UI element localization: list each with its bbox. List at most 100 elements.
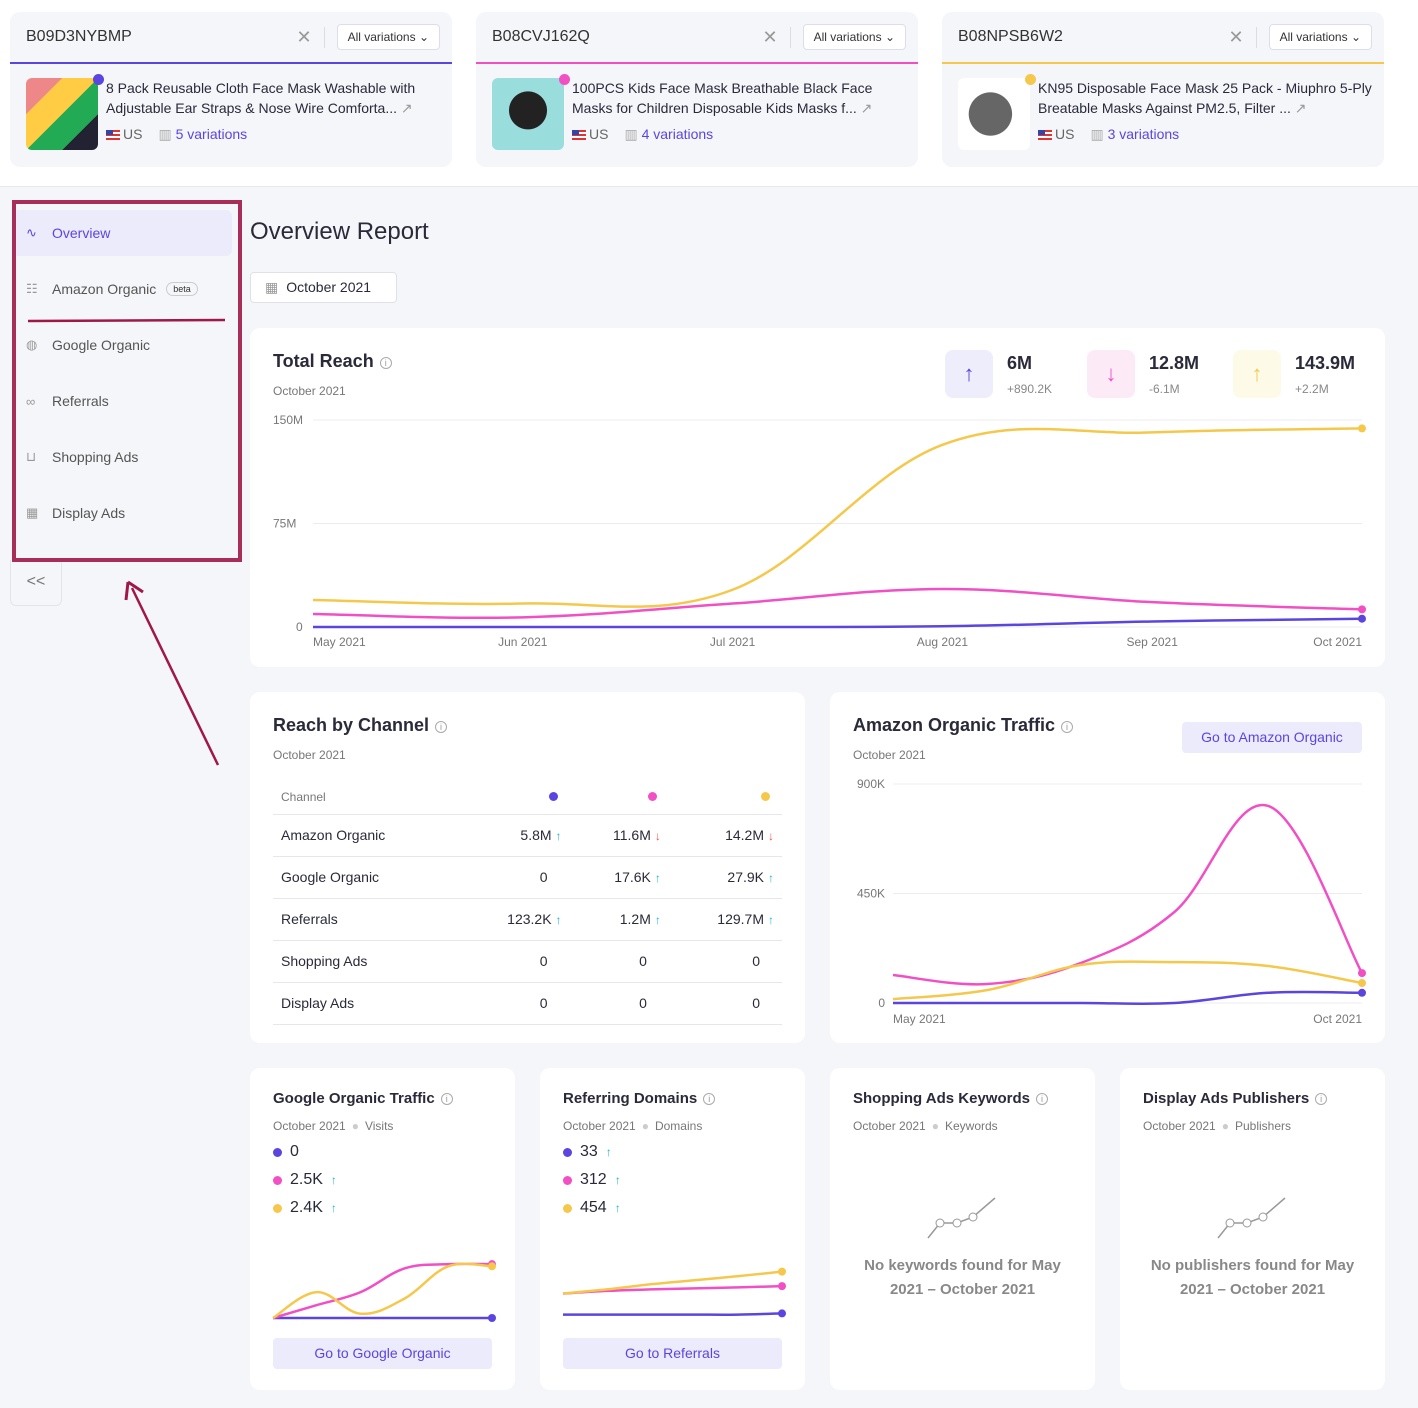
series-dot bbox=[93, 74, 104, 85]
product-title-link[interactable]: 8 Pack Reusable Cloth Face Mask Washable… bbox=[106, 78, 440, 118]
calendar-icon: ▦ bbox=[265, 279, 279, 295]
asin-input[interactable]: B08CVJ162Q bbox=[492, 28, 762, 46]
trend-up-icon: ↑ bbox=[654, 913, 661, 927]
variations-icon: ▥ bbox=[1090, 126, 1104, 142]
x-tick-label: Aug 2021 bbox=[917, 635, 969, 649]
series-end-point bbox=[778, 1267, 786, 1276]
metric-label: Keywords bbox=[944, 1119, 998, 1133]
product-card: B08NPSB6W2 ✕ All variations ⌄ KN95 Disposa… bbox=[942, 12, 1384, 167]
asin-input[interactable]: B08NPSB6W2 bbox=[958, 28, 1228, 46]
variations-select[interactable]: All variations ⌄ bbox=[1268, 24, 1372, 50]
series-end-point bbox=[1358, 614, 1366, 623]
card-title: Shopping Ads Keywords i bbox=[853, 1090, 1048, 1107]
series-line bbox=[892, 960, 1363, 1001]
series-end-point bbox=[1358, 979, 1366, 988]
product-bar: B09D3NYBMP ✕ All variations ⌄ 8 Pack Reusa… bbox=[0, 0, 1418, 187]
series-line bbox=[272, 1262, 493, 1320]
y-tick-label: 75M bbox=[273, 517, 296, 531]
product-title-link[interactable]: 100PCS Kids Face Mask Breathable Black F… bbox=[572, 78, 906, 118]
variations-select[interactable]: All variations ⌄ bbox=[802, 24, 906, 50]
series-dot bbox=[1025, 74, 1036, 85]
product-image bbox=[492, 74, 570, 150]
country: US bbox=[106, 126, 142, 143]
channel-value: 17.6K bbox=[614, 869, 651, 885]
date-label: October 2021 bbox=[286, 279, 372, 295]
series-line bbox=[892, 803, 1364, 986]
variations-icon: ▥ bbox=[158, 126, 172, 142]
series-dot bbox=[647, 791, 657, 801]
empty-chart-icon bbox=[927, 1197, 996, 1239]
go-to-google-organic-button[interactable]: Go to Google Organic bbox=[273, 1338, 492, 1369]
series-dot bbox=[548, 791, 558, 801]
referring-domains-card: Referring Domains i October 2021 ● Domains 3… bbox=[540, 1068, 805, 1390]
channel-value: 129.7M bbox=[717, 911, 764, 927]
channel-name: Display Ads bbox=[273, 982, 461, 1025]
channel-value: 0 bbox=[639, 953, 647, 969]
external-link-icon[interactable]: ↗ bbox=[401, 100, 413, 116]
date-picker[interactable]: ▦ October 2021 bbox=[250, 272, 397, 303]
series-line bbox=[312, 427, 1363, 608]
y-tick-label: 900K bbox=[857, 777, 885, 791]
trend-down-icon: ↓ bbox=[768, 829, 774, 843]
product-title-link[interactable]: KN95 Disposable Face Mask 25 Pack - Miup… bbox=[1038, 78, 1372, 118]
channel-value: 0 bbox=[539, 995, 548, 1011]
y-tick-label: 150M bbox=[273, 413, 303, 427]
series-end-point bbox=[1358, 988, 1366, 997]
variations-link[interactable]: ▥ 3 variations bbox=[1090, 126, 1179, 143]
card-title: Display Ads Publishers i bbox=[1143, 1090, 1328, 1107]
series-line bbox=[562, 1270, 783, 1295]
channel-value: 1.2M bbox=[619, 911, 651, 927]
metric-label: Publishers bbox=[1234, 1119, 1291, 1133]
annotation-overlay bbox=[12, 200, 242, 766]
x-tick-label: May 2021 bbox=[893, 1012, 946, 1026]
us-flag-icon bbox=[106, 130, 120, 140]
info-icon[interactable]: i bbox=[435, 721, 448, 733]
series-end-point bbox=[488, 1262, 496, 1271]
us-flag-icon bbox=[1038, 130, 1052, 140]
annotation-arrow bbox=[130, 587, 220, 766]
external-link-icon[interactable]: ↗ bbox=[861, 100, 873, 116]
x-tick-label: Jul 2021 bbox=[710, 635, 756, 649]
clear-icon[interactable]: ✕ bbox=[296, 26, 325, 48]
x-tick-label: Oct 2021 bbox=[1313, 1012, 1362, 1026]
table-row: Referrals 123.2K ↑ 1.2M ↑ 129.7M ↑ bbox=[273, 898, 782, 941]
trend-up-icon: ↑ bbox=[768, 913, 774, 927]
empty-state-message: No publishers found for May 2021 – Octob… bbox=[1150, 1257, 1355, 1298]
variations-link[interactable]: ▥ 4 variations bbox=[624, 126, 713, 143]
info-icon[interactable]: i bbox=[1035, 1093, 1048, 1105]
channel-name: Shopping Ads bbox=[273, 940, 461, 983]
channel-value: 0 bbox=[639, 995, 647, 1011]
channel-value: 14.2M bbox=[725, 827, 764, 843]
series-dot bbox=[761, 791, 770, 801]
external-link-icon[interactable]: ↗ bbox=[1295, 100, 1307, 116]
asin-input[interactable]: B09D3NYBMP bbox=[26, 28, 296, 46]
y-tick-label: 0 bbox=[296, 620, 303, 634]
amazon-traffic-chart: 0 450K 900K May 2021 Oct 2021 bbox=[857, 777, 1366, 1026]
variations-link[interactable]: ▥ 5 variations bbox=[158, 126, 247, 143]
clear-icon[interactable]: ✕ bbox=[1228, 26, 1257, 48]
annotation-box bbox=[12, 200, 242, 562]
go-to-referrals-button[interactable]: Go to Referrals bbox=[563, 1338, 782, 1369]
series-end-point bbox=[1358, 969, 1366, 978]
shopping-ads-keywords-card: Shopping Ads Keywords i October 2021 ● Keyw… bbox=[830, 1068, 1095, 1390]
variations-select[interactable]: All variations ⌄ bbox=[336, 24, 440, 50]
x-tick-label: Oct 2021 bbox=[1313, 635, 1362, 649]
total-reach-chart: 0 75M 150M May 2021 Jun 2021 Jul 2021 Aug 2021… bbox=[273, 413, 1366, 649]
total-reach-card: Total Reach i October 2021 ↑ 6M +890.2K ↓ 12.… bbox=[250, 328, 1385, 667]
product-card: B08CVJ162Q ✕ All variations ⌄ 100PCS Kids … bbox=[476, 12, 918, 167]
column-header: Channel bbox=[273, 780, 461, 815]
page-title: Overview Report bbox=[250, 218, 429, 245]
series-dot bbox=[559, 74, 570, 85]
channel-value: 0 bbox=[752, 995, 760, 1011]
series-line bbox=[313, 617, 1363, 629]
x-tick-label: Jun 2021 bbox=[498, 635, 548, 649]
table-row: Display Ads 0 0 0 bbox=[273, 982, 782, 1025]
clear-icon[interactable]: ✕ bbox=[762, 26, 791, 48]
card-subtitle: October 2021 bbox=[273, 748, 346, 762]
channel-value: 0 bbox=[539, 953, 548, 969]
info-icon[interactable]: i bbox=[1315, 1093, 1328, 1105]
display-ads-publishers-card: Display Ads Publishers i October 2021 ● Pub… bbox=[1120, 1068, 1385, 1390]
product-card: B09D3NYBMP ✕ All variations ⌄ 8 Pack Reusa… bbox=[10, 12, 452, 167]
country: US bbox=[1038, 126, 1074, 143]
annotation-underline bbox=[27, 318, 226, 323]
